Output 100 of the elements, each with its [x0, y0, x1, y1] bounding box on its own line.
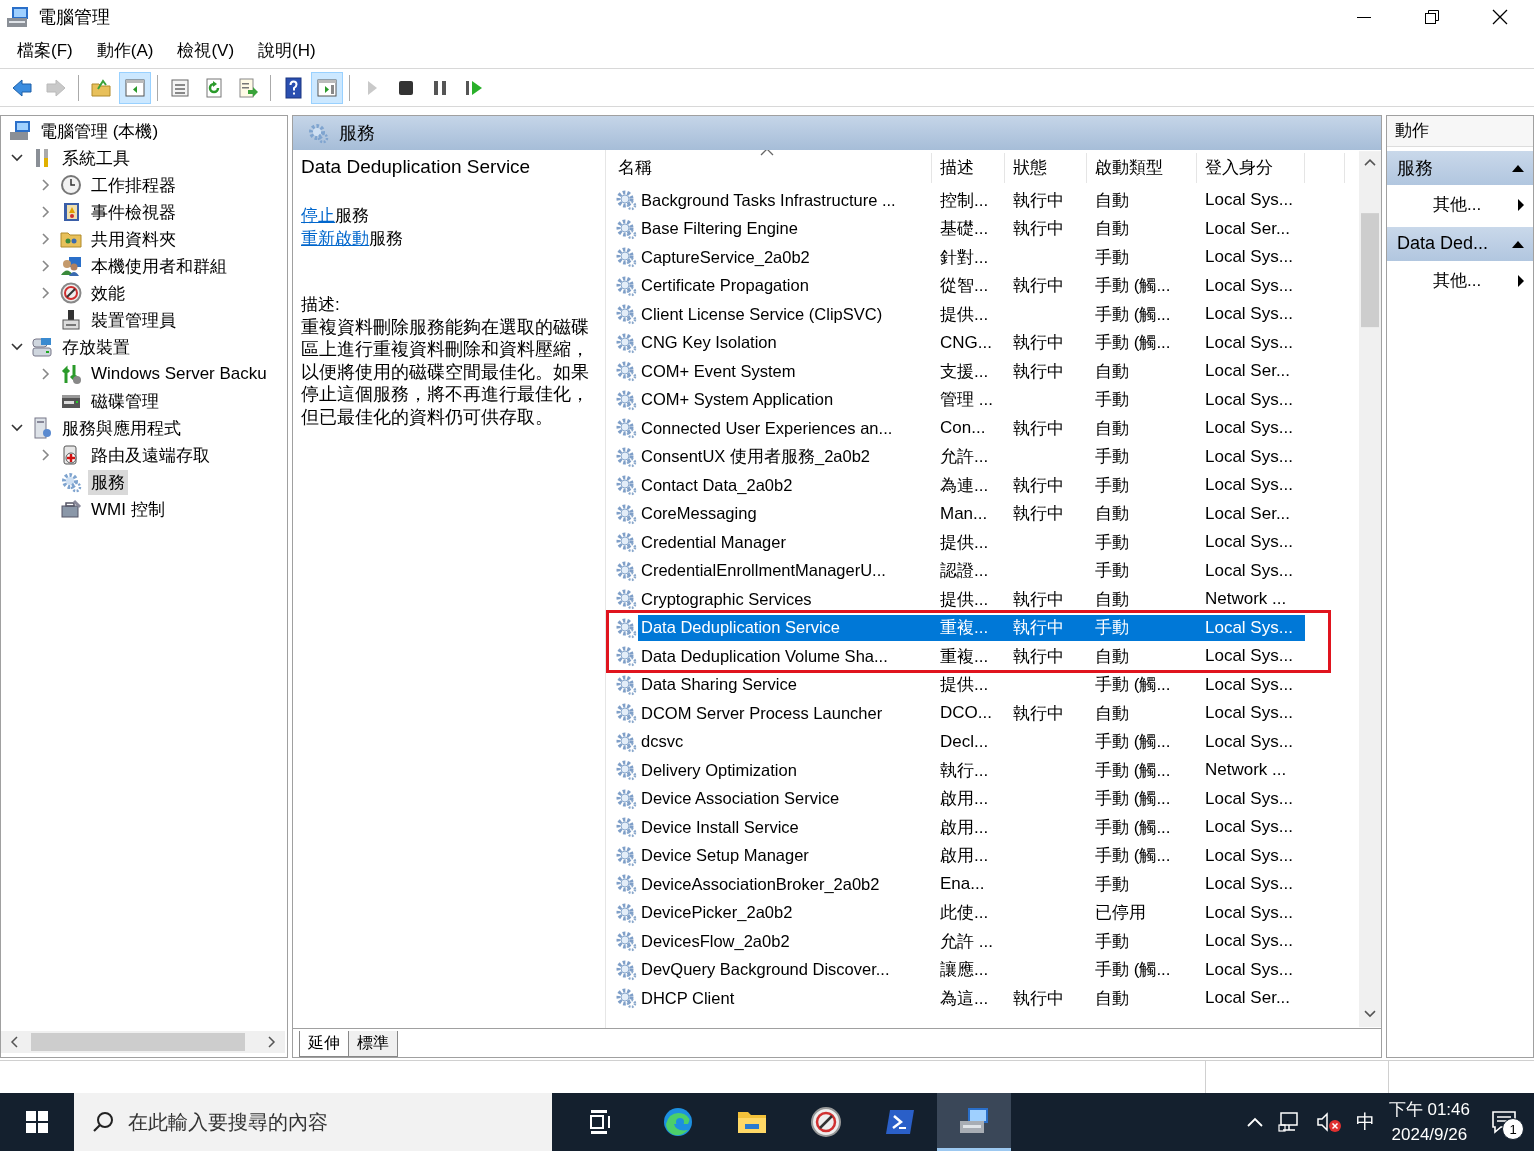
- close-icon[interactable]: [1492, 9, 1508, 25]
- table-cell[interactable]: DevQuery Background Discover...: [638, 956, 932, 983]
- tree-item[interactable]: Windows Server Backu: [88, 363, 270, 386]
- tree-item[interactable]: 事件檢視器: [88, 199, 179, 225]
- gear-icon: [614, 245, 638, 270]
- menu-item[interactable]: 說明(H): [249, 37, 325, 65]
- gear-icon: [614, 986, 638, 1011]
- tab[interactable]: 延伸: [299, 1031, 349, 1058]
- tree-item[interactable]: 服務與應用程式: [59, 415, 184, 441]
- panel-title: 服務: [339, 121, 375, 145]
- table-cell-text: Local Ser...: [1204, 360, 1292, 383]
- table-cell-text: 提供...: [939, 674, 990, 697]
- table-cell[interactable]: Background Tasks Infrastructure ...: [638, 187, 932, 214]
- scrollbar[interactable]: [1359, 149, 1381, 1029]
- search-field[interactable]: 在此輸入要搜尋的內容: [126, 1109, 530, 1135]
- table-cell[interactable]: DCOM Server Process Launcher: [638, 700, 932, 727]
- table-cell: Local Sys...: [1197, 614, 1305, 641]
- tree-item[interactable]: 共用資料夾: [88, 226, 179, 252]
- table-cell[interactable]: Data Deduplication Volume Sha...: [638, 643, 932, 670]
- action-link[interactable]: 重新啟動: [301, 228, 369, 248]
- chevron-icon[interactable]: [1245, 1116, 1264, 1128]
- table-cell-text: 執行中: [1012, 503, 1065, 526]
- table-cell[interactable]: Base Filtering Engine: [638, 215, 932, 242]
- menu-item[interactable]: 動作(A): [87, 37, 163, 65]
- table-cell[interactable]: CredentialEnrollmentManagerU...: [638, 557, 932, 584]
- tree-item[interactable]: 服務: [88, 469, 128, 495]
- table-cell[interactable]: Delivery Optimization: [638, 757, 932, 784]
- clock-date[interactable]: 2024/9/26: [1391, 1122, 1468, 1147]
- menu-item[interactable]: 檔案(F): [8, 37, 82, 65]
- muted-speaker-icon[interactable]: [1315, 1111, 1342, 1133]
- tree-item[interactable]: 工作排程器: [88, 172, 179, 198]
- clock-time[interactable]: 下午 01:46: [1388, 1097, 1470, 1122]
- computer-icon[interactable]: [937, 1093, 1011, 1151]
- tree-item[interactable]: 磁碟管理: [88, 388, 162, 414]
- table-cell[interactable]: Data Sharing Service: [638, 671, 932, 698]
- search-icon[interactable]: [92, 1111, 114, 1133]
- tree-item[interactable]: 存放裝置: [59, 334, 133, 360]
- tab[interactable]: 標準: [348, 1031, 398, 1058]
- table-cell[interactable]: Credential Manager: [638, 529, 932, 556]
- table-cell[interactable]: Device Setup Manager: [638, 842, 932, 869]
- table-cell[interactable]: dcsvc: [638, 728, 932, 755]
- table-cell[interactable]: DHCP Client: [638, 985, 932, 1012]
- column-header[interactable]: 啟動類型: [1087, 152, 1197, 183]
- tree-item[interactable]: 系統工具: [59, 145, 133, 171]
- table-cell[interactable]: CoreMessaging: [638, 500, 932, 527]
- column-header[interactable]: 登入身分: [1197, 152, 1305, 183]
- tree-item[interactable]: 本機使用者和群組: [88, 253, 230, 279]
- table-cell[interactable]: COM+ System Application: [638, 386, 932, 413]
- gear-icon: [614, 473, 638, 498]
- table-cell[interactable]: Contact Data_2a0b2: [638, 472, 932, 499]
- tree-item[interactable]: 效能: [88, 280, 128, 306]
- table-cell[interactable]: COM+ Event System: [638, 358, 932, 385]
- action-item[interactable]: 其他...: [1433, 193, 1517, 217]
- tree-item[interactable]: 路由及遠端存取: [88, 442, 213, 468]
- menu-item[interactable]: 檢視(V): [168, 37, 244, 65]
- restore-icon[interactable]: [1425, 10, 1439, 24]
- gear-icon: [614, 587, 638, 612]
- section-title: 服務: [1397, 156, 1434, 180]
- gear-icon: [60, 471, 82, 494]
- table-cell[interactable]: ConsentUX 使用者服務_2a0b2: [638, 443, 932, 470]
- search-bar[interactable]: 在此輸入要搜尋的內容: [74, 1093, 552, 1151]
- table-cell[interactable]: Device Install Service: [638, 814, 932, 841]
- table-cell-text: 讓應...: [939, 959, 990, 982]
- table-cell-text: Local Sys...: [1204, 274, 1294, 297]
- table-cell[interactable]: CaptureService_2a0b2: [638, 244, 932, 271]
- table-cell[interactable]: Cryptographic Services: [638, 586, 932, 613]
- section-title: Data Ded...: [1397, 233, 1490, 255]
- action-link[interactable]: 停止: [301, 205, 335, 225]
- table-cell-text: Local Sys...: [1204, 901, 1294, 924]
- pane-icon[interactable]: [119, 71, 151, 104]
- table-cell-text: 執行...: [939, 759, 990, 782]
- scrollbar[interactable]: [1, 1031, 285, 1054]
- table-cell[interactable]: Device Association Service: [638, 785, 932, 812]
- table-cell[interactable]: DevicePicker_2a0b2: [638, 899, 932, 926]
- input-method[interactable]: 中: [1355, 1109, 1375, 1135]
- section-header[interactable]: 服務: [1387, 150, 1533, 185]
- section-header[interactable]: Data Ded...: [1387, 226, 1533, 261]
- table-cell[interactable]: Data Deduplication Service: [638, 614, 932, 641]
- table-cell-text: 為這...: [939, 987, 990, 1010]
- gear-icon: [614, 815, 638, 840]
- table-cell[interactable]: CNG Key Isolation: [638, 329, 932, 356]
- table-cell[interactable]: Connected User Experiences an...: [638, 415, 932, 442]
- action-item[interactable]: 其他...: [1433, 269, 1517, 293]
- table-cell[interactable]: DevicesFlow_2a0b2: [638, 928, 932, 955]
- tree-item[interactable]: 裝置管理員: [88, 307, 179, 333]
- tree-item[interactable]: WMI 控制: [88, 496, 168, 522]
- table-cell-text: 手動 (觸...: [1094, 788, 1172, 811]
- table-cell: 手動: [1087, 614, 1197, 641]
- column-header[interactable]: 狀態: [1005, 152, 1087, 183]
- table-cell-text: Local Sys...: [1204, 559, 1294, 582]
- tree-item[interactable]: 電腦管理 (本機): [37, 118, 162, 144]
- column-header[interactable]: 名稱: [610, 152, 932, 183]
- start-icon[interactable]: [26, 1111, 48, 1133]
- table-cell-text: 手動 (觸...: [1094, 332, 1172, 355]
- notification-icon[interactable]: [1491, 1110, 1517, 1134]
- table-cell[interactable]: Client License Service (ClipSVC): [638, 301, 932, 328]
- gear-icon: [307, 121, 329, 144]
- column-header[interactable]: 描述: [932, 152, 1005, 183]
- table-cell[interactable]: DeviceAssociationBroker_2a0b2: [638, 871, 932, 898]
- table-cell[interactable]: Certificate Propagation: [638, 272, 932, 299]
